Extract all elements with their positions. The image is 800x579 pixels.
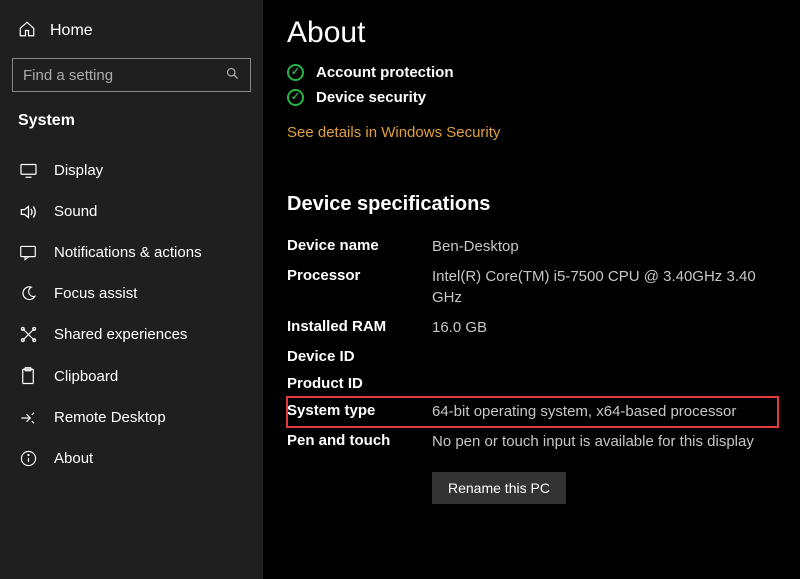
sidebar-group-system: System [0,104,263,144]
spec-key: Device name [287,237,432,254]
rename-pc-button[interactable]: Rename this PC [432,472,566,504]
spec-value: No pen or touch input is available for t… [432,432,754,452]
status-device-security: ✓ Device security [287,89,778,106]
spec-value: 16.0 GB [432,318,487,338]
sound-icon [18,204,38,220]
notifications-icon [18,245,38,261]
spec-pen-and-touch: Pen and touch No pen or touch input is a… [287,427,778,457]
remote-desktop-icon [18,410,38,426]
moon-icon [18,285,38,302]
check-icon: ✓ [287,64,304,81]
search-input[interactable] [23,67,193,84]
status-label: Account protection [316,64,454,81]
share-icon [18,326,38,343]
spec-value: Ben-Desktop [432,237,519,257]
spec-product-id: Product ID [287,370,778,397]
sidebar-item-clipboard[interactable]: Clipboard [0,355,263,397]
clipboard-icon [18,367,38,385]
spec-key: Pen and touch [287,432,432,449]
page-title: About [287,16,778,50]
sidebar-item-label: Shared experiences [54,326,187,343]
spec-key: Product ID [287,375,432,392]
info-icon [18,450,38,467]
search-input-wrap[interactable] [12,58,251,92]
spec-value: Intel(R) Core(TM) i5-7500 CPU @ 3.40GHz … [432,267,778,308]
check-icon: ✓ [287,89,304,106]
sidebar-item-label: Focus assist [54,285,137,302]
sidebar-item-focus-assist[interactable]: Focus assist [0,273,263,314]
settings-sidebar: Home System Display Sound Notifications … [0,0,263,579]
sidebar-item-about[interactable]: About [0,438,263,479]
sidebar-item-shared-experiences[interactable]: Shared experiences [0,314,263,355]
sidebar-item-sound[interactable]: Sound [0,191,263,232]
status-account-protection: ✓ Account protection [287,64,778,81]
device-specifications-header: Device specifications [287,193,778,216]
spec-key: Device ID [287,348,432,365]
spec-installed-ram: Installed RAM 16.0 GB [287,313,778,343]
main-panel: About ✓ Account protection ✓ Device secu… [263,0,800,579]
spec-key: System type [287,402,432,419]
home-icon [18,20,36,42]
spec-device-id: Device ID [287,343,778,370]
sidebar-item-notifications[interactable]: Notifications & actions [0,232,263,273]
display-icon [18,163,38,178]
spec-system-type: System type 64-bit operating system, x64… [287,397,778,427]
spec-value: 64-bit operating system, x64-based proce… [432,402,736,422]
spec-key: Installed RAM [287,318,432,335]
sidebar-item-remote-desktop[interactable]: Remote Desktop [0,397,263,438]
sidebar-item-label: Remote Desktop [54,409,166,426]
home-nav[interactable]: Home [0,12,263,52]
spec-device-name: Device name Ben-Desktop [287,232,778,262]
sidebar-item-label: About [54,450,93,467]
sidebar-item-label: Clipboard [54,368,118,385]
sidebar-item-label: Sound [54,203,97,220]
windows-security-link[interactable]: See details in Windows Security [287,124,500,141]
sidebar-item-display[interactable]: Display [0,150,263,191]
spec-processor: Processor Intel(R) Core(TM) i5-7500 CPU … [287,262,778,313]
home-label: Home [50,22,93,40]
sidebar-item-label: Display [54,162,103,179]
search-icon [225,66,240,85]
sidebar-nav-list: Display Sound Notifications & actions Fo… [0,144,263,479]
status-label: Device security [316,89,426,106]
spec-key: Processor [287,267,432,284]
sidebar-item-label: Notifications & actions [54,244,202,261]
